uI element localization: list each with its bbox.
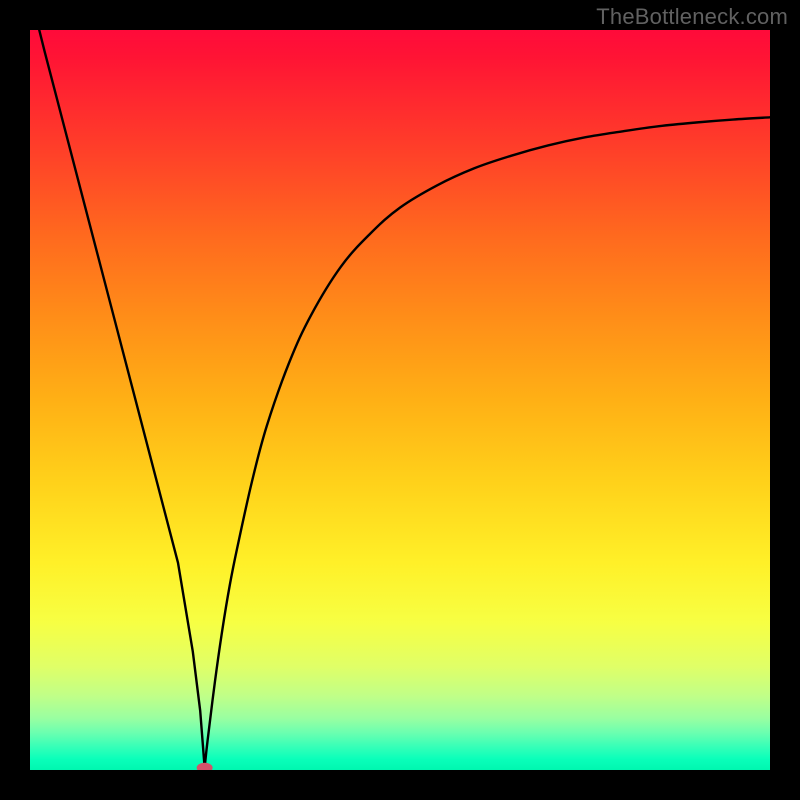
plot-area <box>30 30 770 770</box>
minimum-point-marker <box>197 763 213 770</box>
bottleneck-curve <box>30 30 770 768</box>
watermark-text: TheBottleneck.com <box>596 4 788 30</box>
chart-svg <box>30 30 770 770</box>
